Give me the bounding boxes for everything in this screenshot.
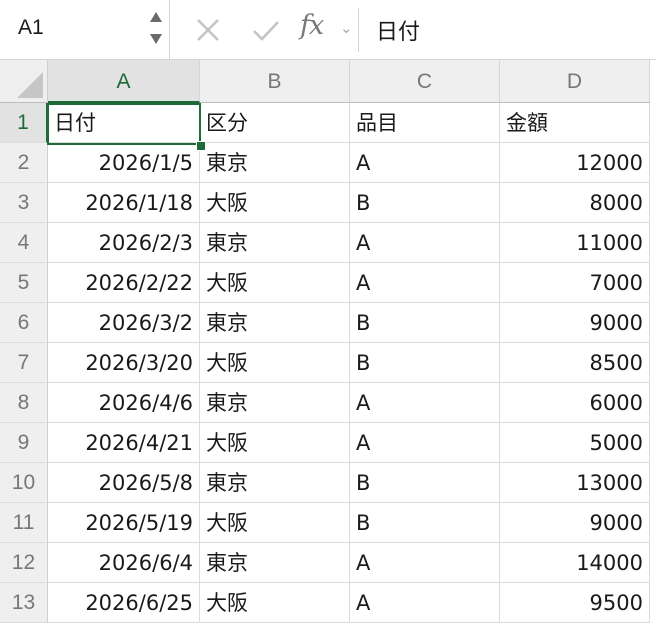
select-all-button[interactable] (0, 60, 48, 103)
cell-d1[interactable]: 金額 (500, 103, 650, 143)
checkmark-icon[interactable] (250, 14, 282, 46)
row-header-4[interactable]: 4 (0, 223, 48, 263)
cell-c3[interactable]: B (350, 183, 500, 223)
cell-a3[interactable]: 2026/1/18 (48, 183, 200, 223)
select-all-triangle-icon (17, 72, 43, 98)
fx-icon[interactable]: fx (300, 10, 324, 41)
row-header-9[interactable]: 9 (0, 423, 48, 463)
cell-c7[interactable]: B (350, 343, 500, 383)
cell-c8[interactable]: A (350, 383, 500, 423)
row-header-8[interactable]: 8 (0, 383, 48, 423)
row-header-5[interactable]: 5 (0, 263, 48, 303)
column-header-b[interactable]: B (200, 60, 350, 103)
cell-b4[interactable]: 東京 (200, 223, 350, 263)
cell-a9[interactable]: 2026/4/21 (48, 423, 200, 463)
cell-b3[interactable]: 大阪 (200, 183, 350, 223)
cell-a8[interactable]: 2026/4/6 (48, 383, 200, 423)
cell-a10[interactable]: 2026/5/8 (48, 463, 200, 503)
name-box-value[interactable]: A1 (18, 16, 44, 40)
cell-c10[interactable]: B (350, 463, 500, 503)
cell-b2[interactable]: 東京 (200, 143, 350, 183)
cell-a6[interactable]: 2026/3/2 (48, 303, 200, 343)
cell-d2[interactable]: 12000 (500, 143, 650, 183)
cell-a11[interactable]: 2026/5/19 (48, 503, 200, 543)
close-icon[interactable] (192, 14, 224, 46)
chevron-down-icon[interactable]: ⌄ (340, 19, 353, 37)
row-header-7[interactable]: 7 (0, 343, 48, 383)
column-header-a[interactable]: A (48, 60, 200, 103)
cell-a4[interactable]: 2026/2/3 (48, 223, 200, 263)
cell-a1[interactable]: 日付 (48, 103, 200, 143)
cell-d12[interactable]: 14000 (500, 543, 650, 583)
row-header-1[interactable]: 1 (0, 103, 48, 143)
column-header-c[interactable]: C (350, 60, 500, 103)
cell-b7[interactable]: 大阪 (200, 343, 350, 383)
divider (358, 8, 359, 52)
cell-d3[interactable]: 8000 (500, 183, 650, 223)
cell-d10[interactable]: 13000 (500, 463, 650, 503)
row-header-2[interactable]: 2 (0, 143, 48, 183)
column-header-d[interactable]: D (500, 60, 650, 103)
cell-a5[interactable]: 2026/2/22 (48, 263, 200, 303)
cell-b10[interactable]: 東京 (200, 463, 350, 503)
cell-d6[interactable]: 9000 (500, 303, 650, 343)
row-header-3[interactable]: 3 (0, 183, 48, 223)
formula-bar: A1 fx ⌄ 日付 (0, 0, 656, 60)
name-box[interactable]: A1 (0, 0, 170, 60)
cell-b5[interactable]: 大阪 (200, 263, 350, 303)
cell-c4[interactable]: A (350, 223, 500, 263)
cell-d9[interactable]: 5000 (500, 423, 650, 463)
cell-c2[interactable]: A (350, 143, 500, 183)
row-header-13[interactable]: 13 (0, 583, 48, 623)
cell-a2[interactable]: 2026/1/5 (48, 143, 200, 183)
fill-handle[interactable] (196, 141, 206, 151)
cell-d4[interactable]: 11000 (500, 223, 650, 263)
cell-d8[interactable]: 6000 (500, 383, 650, 423)
cell-b12[interactable]: 東京 (200, 543, 350, 583)
cell-c1[interactable]: 品目 (350, 103, 500, 143)
formula-input[interactable]: 日付 (376, 14, 420, 46)
cell-a7[interactable]: 2026/3/20 (48, 343, 200, 383)
cell-b11[interactable]: 大阪 (200, 503, 350, 543)
cell-b1[interactable]: 区分 (200, 103, 350, 143)
cell-d7[interactable]: 8500 (500, 343, 650, 383)
cell-d5[interactable]: 7000 (500, 263, 650, 303)
cell-a13[interactable]: 2026/6/25 (48, 583, 200, 623)
row-header-10[interactable]: 10 (0, 463, 48, 503)
spreadsheet-grid: A B C D 1 2 3 4 5 6 7 8 9 10 11 12 13 日付 区分 品目 金額 2026/1/5 東京 A… (0, 60, 656, 634)
row-header-6[interactable]: 6 (0, 303, 48, 343)
cell-c9[interactable]: A (350, 423, 500, 463)
cell-c11[interactable]: B (350, 503, 500, 543)
row-header-12[interactable]: 12 (0, 543, 48, 583)
cell-d13[interactable]: 9500 (500, 583, 650, 623)
cell-c6[interactable]: B (350, 303, 500, 343)
row-header-11[interactable]: 11 (0, 503, 48, 543)
cell-c13[interactable]: A (350, 583, 500, 623)
cell-a12[interactable]: 2026/6/4 (48, 543, 200, 583)
cell-b8[interactable]: 東京 (200, 383, 350, 423)
cell-c5[interactable]: A (350, 263, 500, 303)
name-box-stepper-icon[interactable] (148, 10, 164, 48)
stepper-up-icon[interactable] (150, 12, 162, 22)
cell-b13[interactable]: 大阪 (200, 583, 350, 623)
cell-c12[interactable]: A (350, 543, 500, 583)
cell-d11[interactable]: 9000 (500, 503, 650, 543)
cell-b6[interactable]: 東京 (200, 303, 350, 343)
cell-b9[interactable]: 大阪 (200, 423, 350, 463)
stepper-down-icon[interactable] (150, 34, 162, 44)
